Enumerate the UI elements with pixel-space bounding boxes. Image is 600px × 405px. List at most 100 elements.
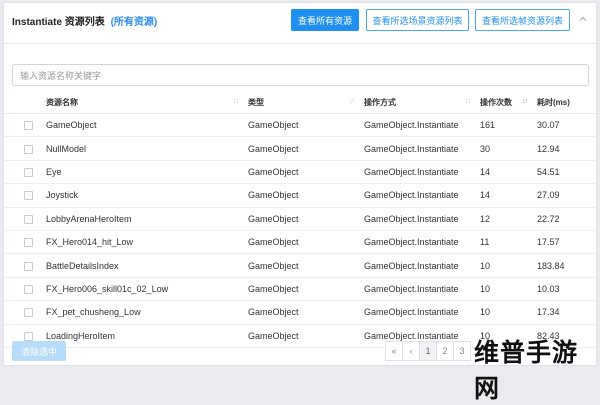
- column-header-name[interactable]: 资源名称 ↓↑: [42, 91, 244, 114]
- row-checkbox[interactable]: [24, 308, 33, 318]
- table-row[interactable]: BattleDetailsIndex GameObject GameObject.I…: [4, 253, 596, 278]
- table-row[interactable]: FX_Hero014_hit_Low GameObject GameObject.I…: [4, 230, 596, 255]
- row-checkbox-cell: [4, 277, 42, 302]
- cell-time: 30.07: [533, 113, 596, 138]
- resource-list-panel: Instantiate 资源列表 (所有资源) 查看所有资源 查看所选场景资源列…: [3, 2, 597, 366]
- cell-name: LoadingHeroItem: [42, 324, 244, 348]
- cell-count: 10: [476, 253, 533, 278]
- cell-time: 17.34: [533, 300, 596, 325]
- chevron-up-icon[interactable]: [578, 14, 588, 24]
- table-header-row: 资源名称 ↓↑ 类型 ↓↑ 操作方式 ↓↑ 操作次数 ↓↑ 耗时(ms): [4, 91, 596, 114]
- table-row[interactable]: NullModel GameObject GameObject.Instantiat…: [4, 136, 596, 161]
- cell-time: 183.84: [533, 253, 596, 278]
- row-checkbox-cell: [4, 183, 42, 208]
- sort-icon[interactable]: ↓↑: [349, 98, 355, 105]
- cell-name: Eye: [42, 160, 244, 185]
- prev-page-button[interactable]: ‹: [402, 341, 420, 361]
- row-checkbox-cell: [4, 113, 42, 138]
- select-column-header: [4, 91, 42, 114]
- cell-time: 17.57: [533, 230, 596, 255]
- row-checkbox[interactable]: [24, 331, 33, 341]
- page-button-3[interactable]: 3: [453, 341, 471, 361]
- cell-method: GameObject.Instantiate: [360, 136, 476, 161]
- cell-count: 10: [476, 277, 533, 302]
- row-checkbox[interactable]: [24, 121, 33, 131]
- cell-type: GameObject: [244, 113, 360, 138]
- panel-title: Instantiate 资源列表 (所有资源): [12, 13, 157, 28]
- panel-title-text: Instantiate 资源列表: [12, 17, 105, 28]
- sort-icon[interactable]: ↓↑: [522, 98, 528, 105]
- cell-count: 11: [476, 230, 533, 255]
- column-header-time[interactable]: 耗时(ms): [533, 91, 596, 114]
- view-scene-resources-button[interactable]: 查看所选场景资源列表: [366, 9, 469, 31]
- cell-time: 27.09: [533, 183, 596, 208]
- cell-type: GameObject: [244, 253, 360, 278]
- cell-method: GameObject.Instantiate: [360, 253, 476, 278]
- cell-method: GameObject.Instantiate: [360, 207, 476, 231]
- row-checkbox-cell: [4, 253, 42, 278]
- table-row[interactable]: FX_Hero006_skill01c_02_Low GameObject Game…: [4, 277, 596, 302]
- cell-method: GameObject.Instantiate: [360, 160, 476, 185]
- cell-method: GameObject.Instantiate: [360, 183, 476, 208]
- cell-method: GameObject.Instantiate: [360, 230, 476, 255]
- page-button-2[interactable]: 2: [436, 341, 454, 361]
- cell-time: 10.03: [533, 277, 596, 302]
- cell-name: FX_Hero006_skill01c_02_Low: [42, 277, 244, 302]
- sort-icon[interactable]: ↓↑: [233, 98, 239, 105]
- row-checkbox[interactable]: [24, 144, 33, 154]
- sort-icon[interactable]: ↓↑: [465, 98, 471, 105]
- cell-count: 14: [476, 183, 533, 208]
- cell-count: 161: [476, 113, 533, 138]
- table-row[interactable]: Eye GameObject GameObject.Instantiate 14 54.…: [4, 160, 596, 185]
- cell-method: GameObject.Instantiate: [360, 277, 476, 302]
- cell-count: 14: [476, 160, 533, 185]
- cell-type: GameObject: [244, 277, 360, 302]
- column-header-count[interactable]: 操作次数 ↓↑: [476, 91, 533, 114]
- cell-name: FX_pet_chusheng_Low: [42, 300, 244, 325]
- table-row[interactable]: GameObject GameObject GameObject.Instantia…: [4, 113, 596, 138]
- row-checkbox-cell: [4, 207, 42, 231]
- pagination: « ‹ 1 2 3: [385, 341, 471, 361]
- table-row[interactable]: Joystick GameObject GameObject.Instantiate…: [4, 183, 596, 208]
- page-button-1[interactable]: 1: [419, 341, 437, 361]
- row-checkbox[interactable]: [24, 238, 33, 248]
- row-checkbox-cell: [4, 160, 42, 185]
- all-resources-link[interactable]: (所有资源): [111, 17, 158, 28]
- view-all-resources-button[interactable]: 查看所有资源: [291, 9, 359, 31]
- view-frame-resources-button[interactable]: 查看所选帧资源列表: [475, 9, 570, 31]
- cell-count: 30: [476, 136, 533, 161]
- row-checkbox[interactable]: [24, 168, 33, 178]
- cell-method: GameObject.Instantiate: [360, 113, 476, 138]
- cell-name: GameObject: [42, 113, 244, 138]
- cell-method: GameObject.Instantiate: [360, 300, 476, 325]
- cell-time: 12.94: [533, 136, 596, 161]
- cell-name: LobbyArenaHeroItem: [42, 207, 244, 231]
- row-checkbox[interactable]: [24, 261, 33, 271]
- row-checkbox-cell: [4, 230, 42, 255]
- table-row[interactable]: LobbyArenaHeroItem GameObject GameObject.I…: [4, 207, 596, 231]
- search-input[interactable]: 输入资源名称关键字: [12, 64, 589, 86]
- cell-count: 10: [476, 300, 533, 325]
- search-placeholder: 输入资源名称关键字: [20, 70, 102, 81]
- cell-name: Joystick: [42, 183, 244, 208]
- row-checkbox[interactable]: [24, 284, 33, 294]
- panel-header: Instantiate 资源列表 (所有资源) 查看所有资源 查看所选场景资源列…: [4, 3, 596, 44]
- cell-type: GameObject: [244, 183, 360, 208]
- cell-count: 12: [476, 207, 533, 231]
- cell-type: GameObject: [244, 300, 360, 325]
- resource-table: 资源名称 ↓↑ 类型 ↓↑ 操作方式 ↓↑ 操作次数 ↓↑ 耗时(ms) GameObj…: [4, 91, 596, 348]
- row-checkbox[interactable]: [24, 191, 33, 201]
- cell-time: 54.51: [533, 160, 596, 185]
- row-checkbox[interactable]: [24, 214, 33, 224]
- column-header-method[interactable]: 操作方式 ↓↑: [360, 91, 476, 114]
- row-checkbox-cell: [4, 300, 42, 325]
- cell-type: GameObject: [244, 207, 360, 231]
- column-header-type[interactable]: 类型 ↓↑: [244, 91, 360, 114]
- cell-type: GameObject: [244, 324, 360, 348]
- row-checkbox-cell: [4, 136, 42, 161]
- cell-type: GameObject: [244, 230, 360, 255]
- clear-selection-button[interactable]: 清除选中: [12, 341, 66, 361]
- table-row[interactable]: FX_pet_chusheng_Low GameObject GameObject.…: [4, 300, 596, 325]
- cell-type: GameObject: [244, 160, 360, 185]
- first-page-button[interactable]: «: [385, 341, 403, 361]
